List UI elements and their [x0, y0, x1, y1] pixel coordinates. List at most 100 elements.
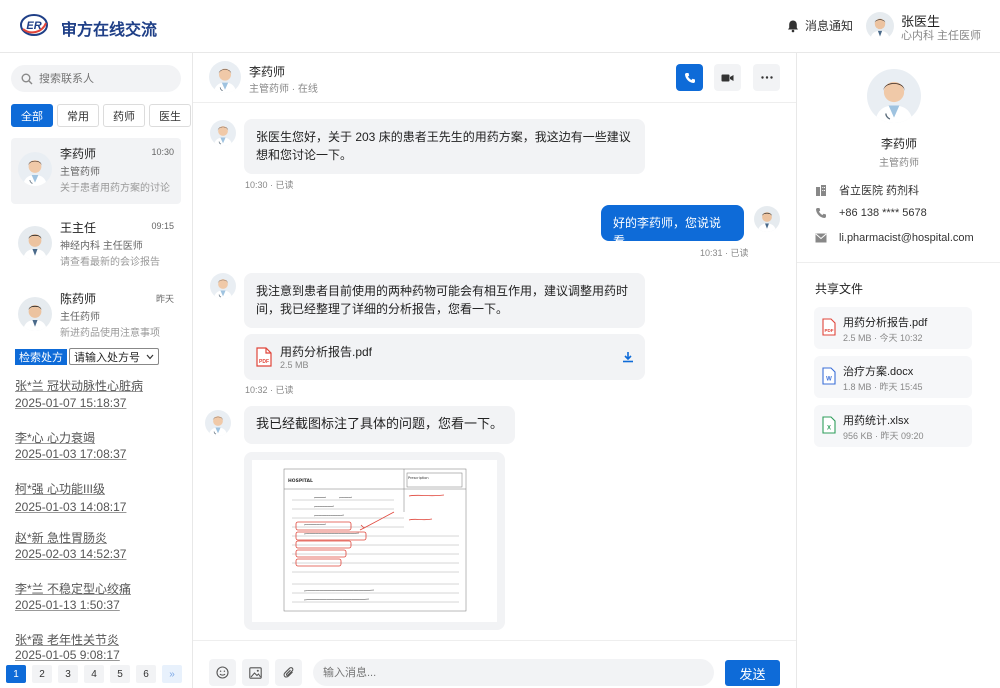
prescription-item-date[interactable]: 2025-01-03 17:08:37 [15, 446, 126, 462]
page-button-1[interactable]: 1 [6, 665, 26, 683]
paperclip-icon [283, 667, 293, 678]
voice-call-button[interactable] [676, 64, 703, 91]
image-upload-button[interactable] [242, 659, 269, 686]
chat-contact-status: 主管药师 · 在线 [249, 84, 318, 95]
message-meta: 10:31 · 已读 [700, 248, 749, 258]
prescription-item-title[interactable]: 李*心 心力衰竭 [15, 430, 95, 446]
page-button-5[interactable]: 5 [110, 665, 130, 683]
svg-text:PDF: PDF [825, 328, 834, 333]
prescription-item-date[interactable]: 2025-01-07 15:18:37 [15, 395, 126, 411]
prescription-search-button[interactable]: 检索处方 [15, 348, 67, 365]
app-title: 审方在线交流 [61, 22, 158, 39]
envelope-icon [815, 233, 827, 243]
emoji-button[interactable] [209, 659, 236, 686]
profile-divider [797, 262, 1000, 263]
bell-icon [788, 20, 798, 32]
message-input[interactable] [313, 659, 714, 686]
contact-preview: 新进药品使用注意事项 [60, 328, 160, 339]
pdf-file-icon: PDF [256, 347, 272, 367]
logo-text: ER [26, 20, 41, 32]
attach-file-button[interactable] [275, 659, 302, 686]
contact-search[interactable] [11, 65, 181, 92]
contact-item[interactable]: 李药师 10:30 主管药师 关于患者用药方案的讨论 [11, 138, 181, 204]
chat-contact-name: 李药师 [249, 65, 286, 79]
shared-file-item[interactable]: W 治疗方案.docx 1.8 MB · 昨天 15:45 [814, 356, 972, 398]
contact-avatar [18, 297, 52, 331]
filter-tab-doctor[interactable]: 医生 [149, 104, 191, 127]
contacts-sidebar: 全部 常用 药师 医生 李药师 10:30 主管药师 关于患者用药方案的讨论 王… [0, 53, 193, 688]
prescription-item-date[interactable]: 2025-01-13 1:50:37 [15, 597, 120, 613]
contact-avatar [18, 226, 52, 260]
profile-email: li.pharmacist@hospital.com [815, 232, 974, 244]
phone-icon [816, 208, 826, 218]
send-button[interactable]: 发送 [725, 660, 780, 686]
prescription-item-title[interactable]: 张*霞 老年性关节炎 [15, 632, 119, 648]
profile-email-text: li.pharmacist@hospital.com [839, 232, 974, 244]
message-bubble: 张医生您好，关于 203 床的患者王先生的用药方案，我这边有一些建议想和您讨论一… [244, 119, 645, 174]
more-options-button[interactable] [753, 64, 780, 91]
next-page-button[interactable]: » [162, 665, 182, 683]
prescription-screenshot[interactable]: HOSPITAL Prescription [244, 452, 505, 630]
chat-contact-avatar [209, 61, 241, 93]
prescription-item-title[interactable]: 赵*新 急性胃肠炎 [15, 530, 107, 546]
contact-profile-panel: 李药师 主管药师 省立医院 药剂科 +86 138 **** 5678 li.p… [796, 53, 1000, 688]
svg-text:Prescription: Prescription [408, 476, 429, 480]
contact-avatar [18, 152, 52, 186]
user-avatar[interactable] [866, 12, 894, 40]
contact-preview: 请查看最新的会诊报告 [60, 257, 160, 268]
shared-file-item[interactable]: PDF 用药分析报告.pdf 2.5 MB · 今天 10:32 [814, 307, 972, 349]
prescription-item-title[interactable]: 李*兰 不稳定型心绞痛 [15, 581, 131, 597]
profile-avatar [867, 69, 921, 123]
prescription-search-bar: 检索处方 请输入处方号 [15, 348, 159, 365]
shared-file-name: 治疗方案.docx [843, 366, 914, 378]
svg-text:W: W [826, 377, 832, 383]
message-meta: 10:32 · 已读 [245, 385, 294, 395]
notification-button[interactable]: 消息通知 [786, 17, 853, 34]
shared-file-meta: 2.5 MB · 今天 10:32 [843, 333, 923, 343]
page-button-4[interactable]: 4 [84, 665, 104, 683]
contact-role: 主管药师 [60, 167, 100, 178]
sender-avatar [210, 273, 236, 299]
page-button-3[interactable]: 3 [58, 665, 78, 683]
pagination: 1 2 3 4 5 6 » [6, 665, 182, 683]
prescription-item-date[interactable]: 2025-02-03 14:52:37 [15, 546, 126, 562]
user-role: 心内科 主任医师 [901, 30, 982, 42]
download-icon[interactable] [622, 351, 634, 363]
shared-file-meta: 956 KB · 昨天 09:20 [843, 431, 924, 441]
page-button-6[interactable]: 6 [136, 665, 156, 683]
chevron-down-icon [146, 354, 154, 359]
message-meta: 10:30 · 已读 [245, 180, 294, 190]
message-bubble: 我注意到患者目前使用的两种药物可能会有相互作用，建议调整用药时间，我已经整理了详… [244, 273, 645, 328]
profile-hospital: 省立医院 药剂科 [815, 182, 919, 198]
prescription-item-date[interactable]: 2025-01-05 9:08:17 [15, 647, 120, 663]
profile-role: 主管药师 [879, 158, 919, 169]
building-icon [816, 184, 826, 196]
contact-item[interactable]: 王主任 09:15 神经内科 主任医师 请查看最新的会诊报告 [11, 212, 181, 278]
prescription-number-select[interactable]: 请输入处方号 [69, 348, 159, 365]
message-bubble: 我已经截图标注了具体的问题，您看一下。 [244, 406, 515, 444]
contact-search-input[interactable] [39, 72, 169, 85]
shared-file-name: 用药统计.xlsx [843, 415, 909, 427]
file-attachment[interactable]: PDF 用药分析报告.pdf 2.5 MB [244, 334, 645, 380]
filter-tab-frequent[interactable]: 常用 [57, 104, 99, 127]
search-icon [21, 73, 33, 84]
shared-file-name: 用药分析报告.pdf [843, 317, 928, 329]
shared-file-item[interactable]: X 用药统计.xlsx 956 KB · 昨天 09:20 [814, 405, 972, 447]
attachment-name: 用药分析报告.pdf [280, 345, 373, 359]
app-logo: ER [20, 13, 48, 37]
video-call-button[interactable] [714, 64, 741, 91]
contact-filter-tabs: 全部 常用 药师 医生 [11, 104, 191, 127]
profile-name: 李药师 [880, 137, 917, 151]
contact-time: 10:30 [151, 147, 174, 157]
more-dots-icon [760, 76, 773, 79]
prescription-item-title[interactable]: 张*兰 冠状动脉性心脏病 [15, 378, 143, 394]
profile-phone: +86 138 **** 5678 [815, 207, 927, 219]
contact-time: 09:15 [151, 221, 174, 231]
contact-name: 王主任 [60, 221, 97, 235]
filter-tab-pharmacist[interactable]: 药师 [103, 104, 145, 127]
prescription-item-date[interactable]: 2025-01-03 14:08:17 [15, 499, 126, 515]
contact-item[interactable]: 陈药师 昨天 主任药师 新进药品使用注意事项 [11, 283, 181, 349]
prescription-item-title[interactable]: 柯*强 心功能III级 [15, 481, 105, 497]
page-button-2[interactable]: 2 [32, 665, 52, 683]
filter-tab-all[interactable]: 全部 [11, 104, 53, 127]
